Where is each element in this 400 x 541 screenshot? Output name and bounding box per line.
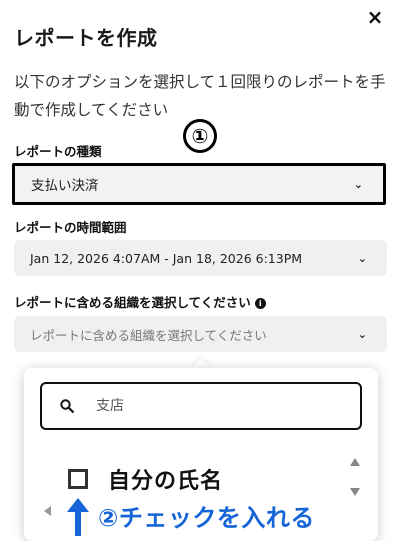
org-select[interactable]: レポートに含める組織を選択してください ⌄ [14, 316, 387, 352]
close-icon: × [366, 5, 384, 29]
option-label: 自分の氏名 [108, 469, 224, 494]
dialog-title: レポートを作成 [14, 26, 158, 50]
report-type-label: レポートの種類 [14, 144, 102, 159]
org-select-label: レポートに含める組織を選択してください i [14, 292, 266, 311]
annotation-instruction: ②チェックを入れる [98, 504, 315, 532]
org-search-box[interactable] [40, 382, 362, 430]
info-icon[interactable]: i [254, 298, 266, 309]
report-type-value: 支払い決済 [31, 178, 99, 194]
dialog-description: 以下のオプションを選択して１回限りのレポートを手動で作成してください [14, 73, 386, 119]
close-button[interactable]: × [364, 6, 386, 28]
report-period-label: レポートの時間範囲 [14, 220, 127, 235]
scroll-down-arrow-icon[interactable] [350, 488, 360, 496]
search-icon [60, 399, 74, 413]
org-search-input[interactable] [96, 398, 316, 414]
org-select-placeholder: レポートに含める組織を選択してください [30, 327, 267, 343]
report-period-select[interactable]: Jan 12, 2026 4:07AM - Jan 18, 2026 6:13P… [14, 240, 387, 276]
scroll-up-arrow-icon[interactable] [350, 458, 360, 466]
create-report-dialog: × レポートを作成 以下のオプションを選択して１回限りのレポートを手動で作成して… [0, 0, 400, 541]
org-option[interactable]: 自分の氏名 [68, 463, 223, 495]
chevron-down-icon: ⌄ [357, 251, 367, 265]
option-checkbox[interactable] [68, 469, 88, 489]
chevron-down-icon: ⌄ [357, 327, 367, 341]
report-period-value: Jan 12, 2026 4:07AM - Jan 18, 2026 6:13P… [30, 250, 303, 266]
report-type-select[interactable]: 支払い決済 ⌄ [12, 163, 386, 205]
annotation-marker-1: ① [183, 119, 217, 153]
org-select-label-text: レポートに含める組織を選択してください [14, 295, 251, 310]
scroll-left-arrow-icon[interactable] [44, 506, 51, 516]
up-arrow-icon [67, 498, 89, 536]
chevron-down-icon: ⌄ [353, 177, 363, 191]
